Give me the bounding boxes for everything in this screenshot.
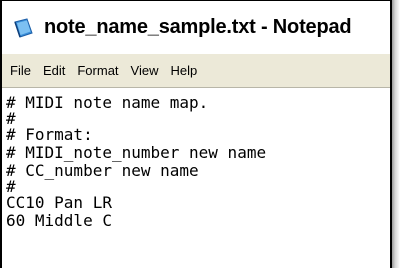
editor-line: #	[6, 177, 16, 196]
menu-bar: File Edit Format View Help	[2, 54, 390, 88]
text-editor[interactable]: # MIDI note name map. # # Format: # MIDI…	[2, 88, 390, 268]
menu-file[interactable]: File	[10, 63, 31, 78]
window-title: note_name_sample.txt - Notepad	[44, 16, 352, 38]
editor-line: # MIDI_note_number new name	[6, 143, 267, 162]
editor-line: # CC_number new name	[6, 161, 199, 180]
editor-line: # Format:	[6, 125, 93, 144]
title-bar[interactable]: note_name_sample.txt - Notepad	[2, 1, 390, 54]
notepad-window: note_name_sample.txt - Notepad File Edit…	[0, 0, 392, 268]
editor-line: 60 Middle C	[6, 211, 112, 230]
menu-edit[interactable]: Edit	[43, 63, 65, 78]
menu-format[interactable]: Format	[77, 63, 118, 78]
menu-view[interactable]: View	[131, 63, 159, 78]
editor-line: #	[6, 109, 16, 128]
menu-help[interactable]: Help	[170, 63, 197, 78]
window-shadow	[392, 0, 400, 268]
editor-line: # MIDI note name map.	[6, 93, 209, 112]
notepad-icon[interactable]	[12, 17, 34, 39]
editor-line: CC10 Pan LR	[6, 193, 112, 212]
